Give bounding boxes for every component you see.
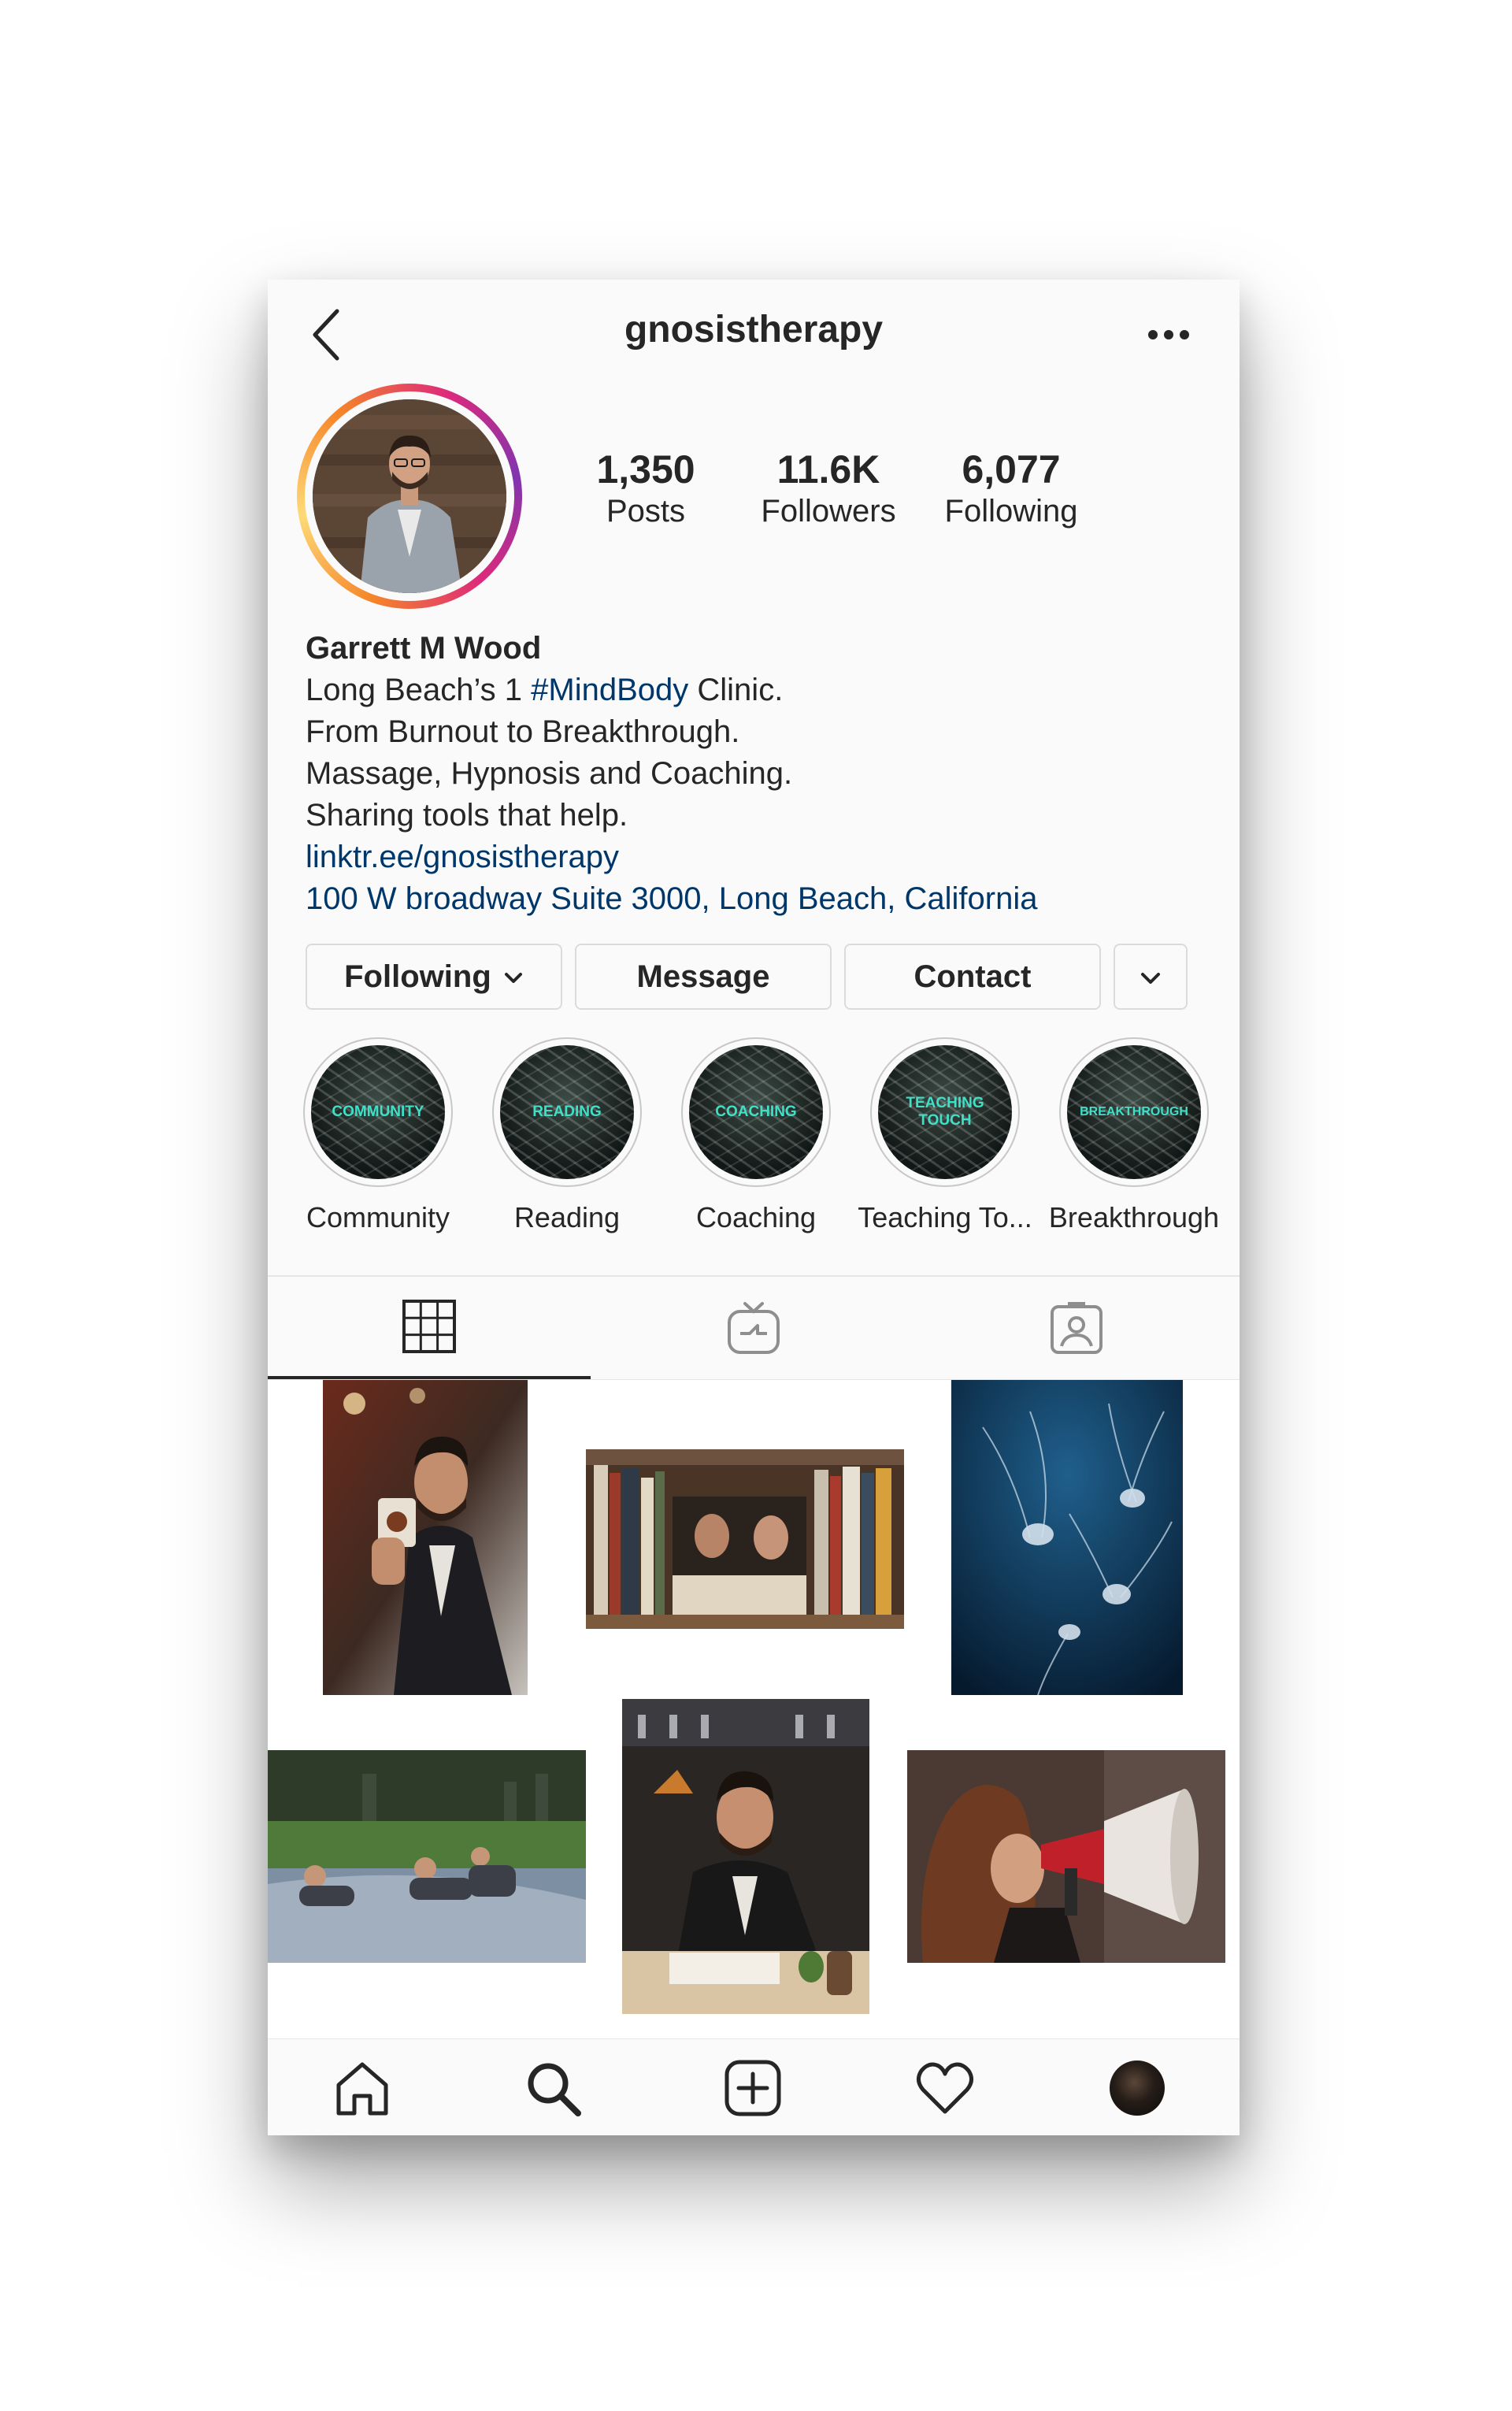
highlight-label: Teaching To... (858, 1201, 1032, 1233)
highlight-coaching[interactable]: COACHING Coaching (662, 1037, 850, 1234)
chevron-down-icon (1141, 973, 1160, 985)
nav-activity[interactable] (898, 2039, 992, 2135)
post-photo (323, 1380, 528, 1695)
bottom-navigation (268, 2038, 1240, 2135)
highlight-label: Breakthrough (1048, 1201, 1220, 1233)
suggested-accounts-button[interactable] (1114, 944, 1188, 1010)
highlight-label: Community (306, 1201, 450, 1233)
message-button[interactable]: Message (575, 944, 832, 1010)
bio-hashtag-link[interactable]: #MindBody (531, 673, 688, 707)
highlight-cover: READING (500, 1045, 634, 1179)
posts-grid (268, 1380, 1240, 2042)
highlight-label: Coaching (695, 1201, 817, 1233)
highlight-cover-text: COMMUNITY (332, 1103, 424, 1120)
ellipsis-icon (1148, 330, 1189, 339)
profile-avatar (1110, 2060, 1165, 2116)
following-count-value: 6,077 (962, 447, 1061, 491)
following-button-label: Following (344, 959, 491, 994)
profile-avatar-story-ring[interactable] (297, 384, 522, 609)
post-thumbnail[interactable] (951, 1380, 1183, 1695)
following-button[interactable]: Following (306, 944, 562, 1010)
post-thumbnail[interactable] (586, 1449, 904, 1629)
heart-icon (917, 2062, 973, 2113)
bio-line-4: Sharing tools that help. (306, 798, 628, 833)
highlight-cover-text: COACHING (715, 1103, 797, 1120)
search-icon (528, 2063, 581, 2116)
bio-line-2: From Burnout to Breakthrough. (306, 714, 740, 749)
profile-username: gnosistherapy (624, 309, 884, 351)
post-photo (907, 1750, 1225, 1963)
post-thumbnail[interactable] (323, 1380, 528, 1695)
followers-count-value: 11.6K (776, 447, 880, 491)
profile-full-name: Garrett M Wood (306, 631, 542, 666)
highlight-cover: TEACHING TOUCH (878, 1045, 1012, 1179)
highlight-community[interactable]: COMMUNITY Community (284, 1037, 472, 1234)
highlight-cover-text: BREAKTHROUGH (1080, 1105, 1188, 1118)
highlight-cover: COMMUNITY (311, 1045, 445, 1179)
more-options-button[interactable] (1137, 311, 1200, 358)
new-post-icon (724, 2060, 781, 2116)
post-photo (268, 1750, 586, 1963)
nav-new-post[interactable] (706, 2039, 800, 2135)
post-thumbnail[interactable] (907, 1750, 1225, 1963)
post-photo (622, 1699, 869, 2014)
highlight-label: Reading (513, 1201, 621, 1233)
highlight-breakthrough[interactable]: BREAKTHROUGH Breakthrough (1040, 1037, 1228, 1234)
tab-grid[interactable] (268, 1277, 591, 1379)
profile-tabs (268, 1275, 1240, 1381)
profile-avatar (313, 399, 506, 593)
highlight-cover-text: TEACHING TOUCH (906, 1095, 984, 1129)
highlight-reading[interactable]: READING Reading (472, 1037, 662, 1234)
bio-address-link[interactable]: 100 W broadway Suite 3000, Long Beach, C… (306, 878, 1211, 920)
highlight-cover: BREAKTHROUGH (1067, 1045, 1201, 1179)
grid-icon (402, 1300, 456, 1353)
chevron-down-icon (504, 973, 522, 984)
highlight-cover: COACHING (689, 1045, 823, 1179)
profile-actions: Following Message Contact (306, 944, 1203, 1010)
bio-line-1-prefix: Long Beach’s 1 (306, 673, 532, 707)
following-count[interactable]: 6,077 Following (917, 447, 1106, 531)
story-highlights: COMMUNITY Community READING Reading COAC… (268, 1037, 1240, 1274)
top-bar: gnosistherapy (268, 280, 1240, 390)
bio-website-link[interactable]: linktr.ee/gnosistherapy (306, 836, 1211, 878)
following-count-label: Following (944, 494, 1078, 529)
phone-screen: gnosistherapy 1,350 Posts 11.6K Follower… (268, 280, 1240, 2135)
nav-home[interactable] (315, 2039, 410, 2135)
avatar-photo-illustration (313, 399, 506, 593)
followers-count[interactable]: 11.6K Followers (734, 447, 923, 531)
post-photo (586, 1449, 904, 1629)
contact-button[interactable]: Contact (844, 944, 1101, 1010)
nav-search[interactable] (506, 2039, 600, 2135)
bio-line-1: Long Beach’s 1 #MindBody Clinic. (306, 670, 1211, 711)
highlight-teaching-touch[interactable]: TEACHING TOUCH Teaching To... (850, 1037, 1040, 1234)
bio-line-3: Massage, Hypnosis and Coaching. (306, 756, 793, 791)
posts-count[interactable]: 1,350 Posts (551, 447, 740, 531)
tagged-icon (1051, 1302, 1102, 1354)
followers-count-label: Followers (761, 494, 896, 529)
posts-count-label: Posts (606, 494, 686, 529)
home-icon (336, 2062, 388, 2115)
posts-count-value: 1,350 (596, 447, 695, 491)
post-thumbnail[interactable] (622, 1699, 869, 2014)
igtv-icon (728, 1302, 780, 1354)
post-thumbnail[interactable] (268, 1750, 586, 1963)
highlight-cover-text: READING (532, 1103, 602, 1120)
tab-tagged[interactable] (915, 1277, 1238, 1379)
post-photo (951, 1380, 1183, 1695)
tab-igtv[interactable] (592, 1277, 915, 1379)
profile-bio: Garrett M Wood Long Beach’s 1 #MindBody … (306, 628, 1211, 920)
nav-profile[interactable] (1090, 2039, 1184, 2135)
bio-line-1-suffix: Clinic. (688, 673, 784, 707)
